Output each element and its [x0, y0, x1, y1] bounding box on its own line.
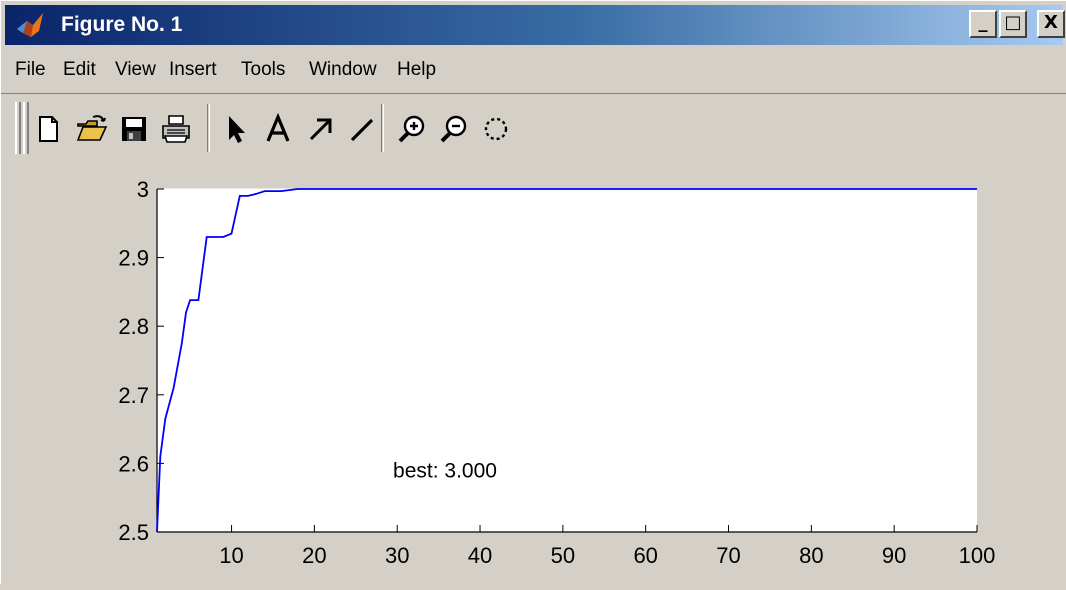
- best-annotation: best: 3.000: [393, 459, 497, 482]
- x-tick-label: 70: [716, 543, 740, 568]
- menu-bar: File Edit View Insert Tools Window Help: [1, 51, 1066, 89]
- figure-window: Figure No. 1 _ □ X File Edit View Insert…: [0, 0, 1066, 584]
- y-tick-label: 2.7: [118, 383, 149, 408]
- toolbar: [1, 93, 1066, 160]
- x-tick-label: 100: [959, 543, 996, 568]
- insert-line-icon[interactable]: [345, 112, 379, 146]
- x-tick-label: 80: [799, 543, 823, 568]
- minimize-button[interactable]: _: [969, 10, 997, 38]
- menu-window[interactable]: Window: [309, 59, 377, 81]
- axes-background: [157, 189, 977, 532]
- toolbar-separator: [381, 104, 384, 152]
- plot-canvas[interactable]: 10 20 30 40 50 60 70 80 90 100 2.5 2.6 2.7 2.8 2.9 3 be…: [1, 161, 1066, 585]
- insert-arrow-icon[interactable]: [303, 112, 337, 146]
- y-tick-label: 2.5: [118, 520, 149, 545]
- maximize-button[interactable]: □: [999, 10, 1027, 38]
- x-tick-label: 90: [882, 543, 906, 568]
- rotate-3d-icon[interactable]: [479, 112, 513, 146]
- x-tick-label: 10: [219, 543, 243, 568]
- x-tick-label: 30: [385, 543, 409, 568]
- x-tick-label: 40: [468, 543, 492, 568]
- menu-insert[interactable]: Insert: [169, 59, 217, 81]
- toolbar-grip[interactable]: [15, 102, 21, 154]
- new-figure-icon[interactable]: [31, 112, 65, 146]
- menu-edit[interactable]: Edit: [63, 59, 96, 81]
- figure-area: 10 20 30 40 50 60 70 80 90 100 2.5 2.6 2.7 2.8 2.9 3 be…: [1, 161, 1066, 585]
- menu-help[interactable]: Help: [397, 59, 436, 81]
- y-tick-label: 2.8: [118, 314, 149, 339]
- y-tick-label: 3: [137, 177, 149, 202]
- x-tick-label: 50: [551, 543, 575, 568]
- y-tick-label: 2.6: [118, 451, 149, 476]
- toolbar-separator: [207, 104, 210, 152]
- toolbar-grip[interactable]: [23, 102, 29, 154]
- x-tick-label: 60: [633, 543, 657, 568]
- edit-plot-arrow-icon[interactable]: [219, 112, 253, 146]
- open-file-icon[interactable]: [75, 112, 109, 146]
- title-bar[interactable]: Figure No. 1 _ □ X: [5, 5, 1065, 45]
- menu-tools[interactable]: Tools: [241, 59, 285, 81]
- matlab-logo-icon: [17, 13, 43, 37]
- menu-view[interactable]: View: [115, 59, 156, 81]
- save-icon[interactable]: [117, 112, 151, 146]
- zoom-in-icon[interactable]: [395, 112, 429, 146]
- close-button[interactable]: X: [1037, 10, 1065, 38]
- y-tick-label: 2.9: [118, 246, 149, 271]
- x-tick-label: 20: [302, 543, 326, 568]
- menu-file[interactable]: File: [15, 59, 46, 81]
- insert-text-icon[interactable]: [261, 112, 295, 146]
- window-title: Figure No. 1: [61, 13, 183, 36]
- zoom-out-icon[interactable]: [437, 112, 471, 146]
- print-icon[interactable]: [159, 112, 193, 146]
